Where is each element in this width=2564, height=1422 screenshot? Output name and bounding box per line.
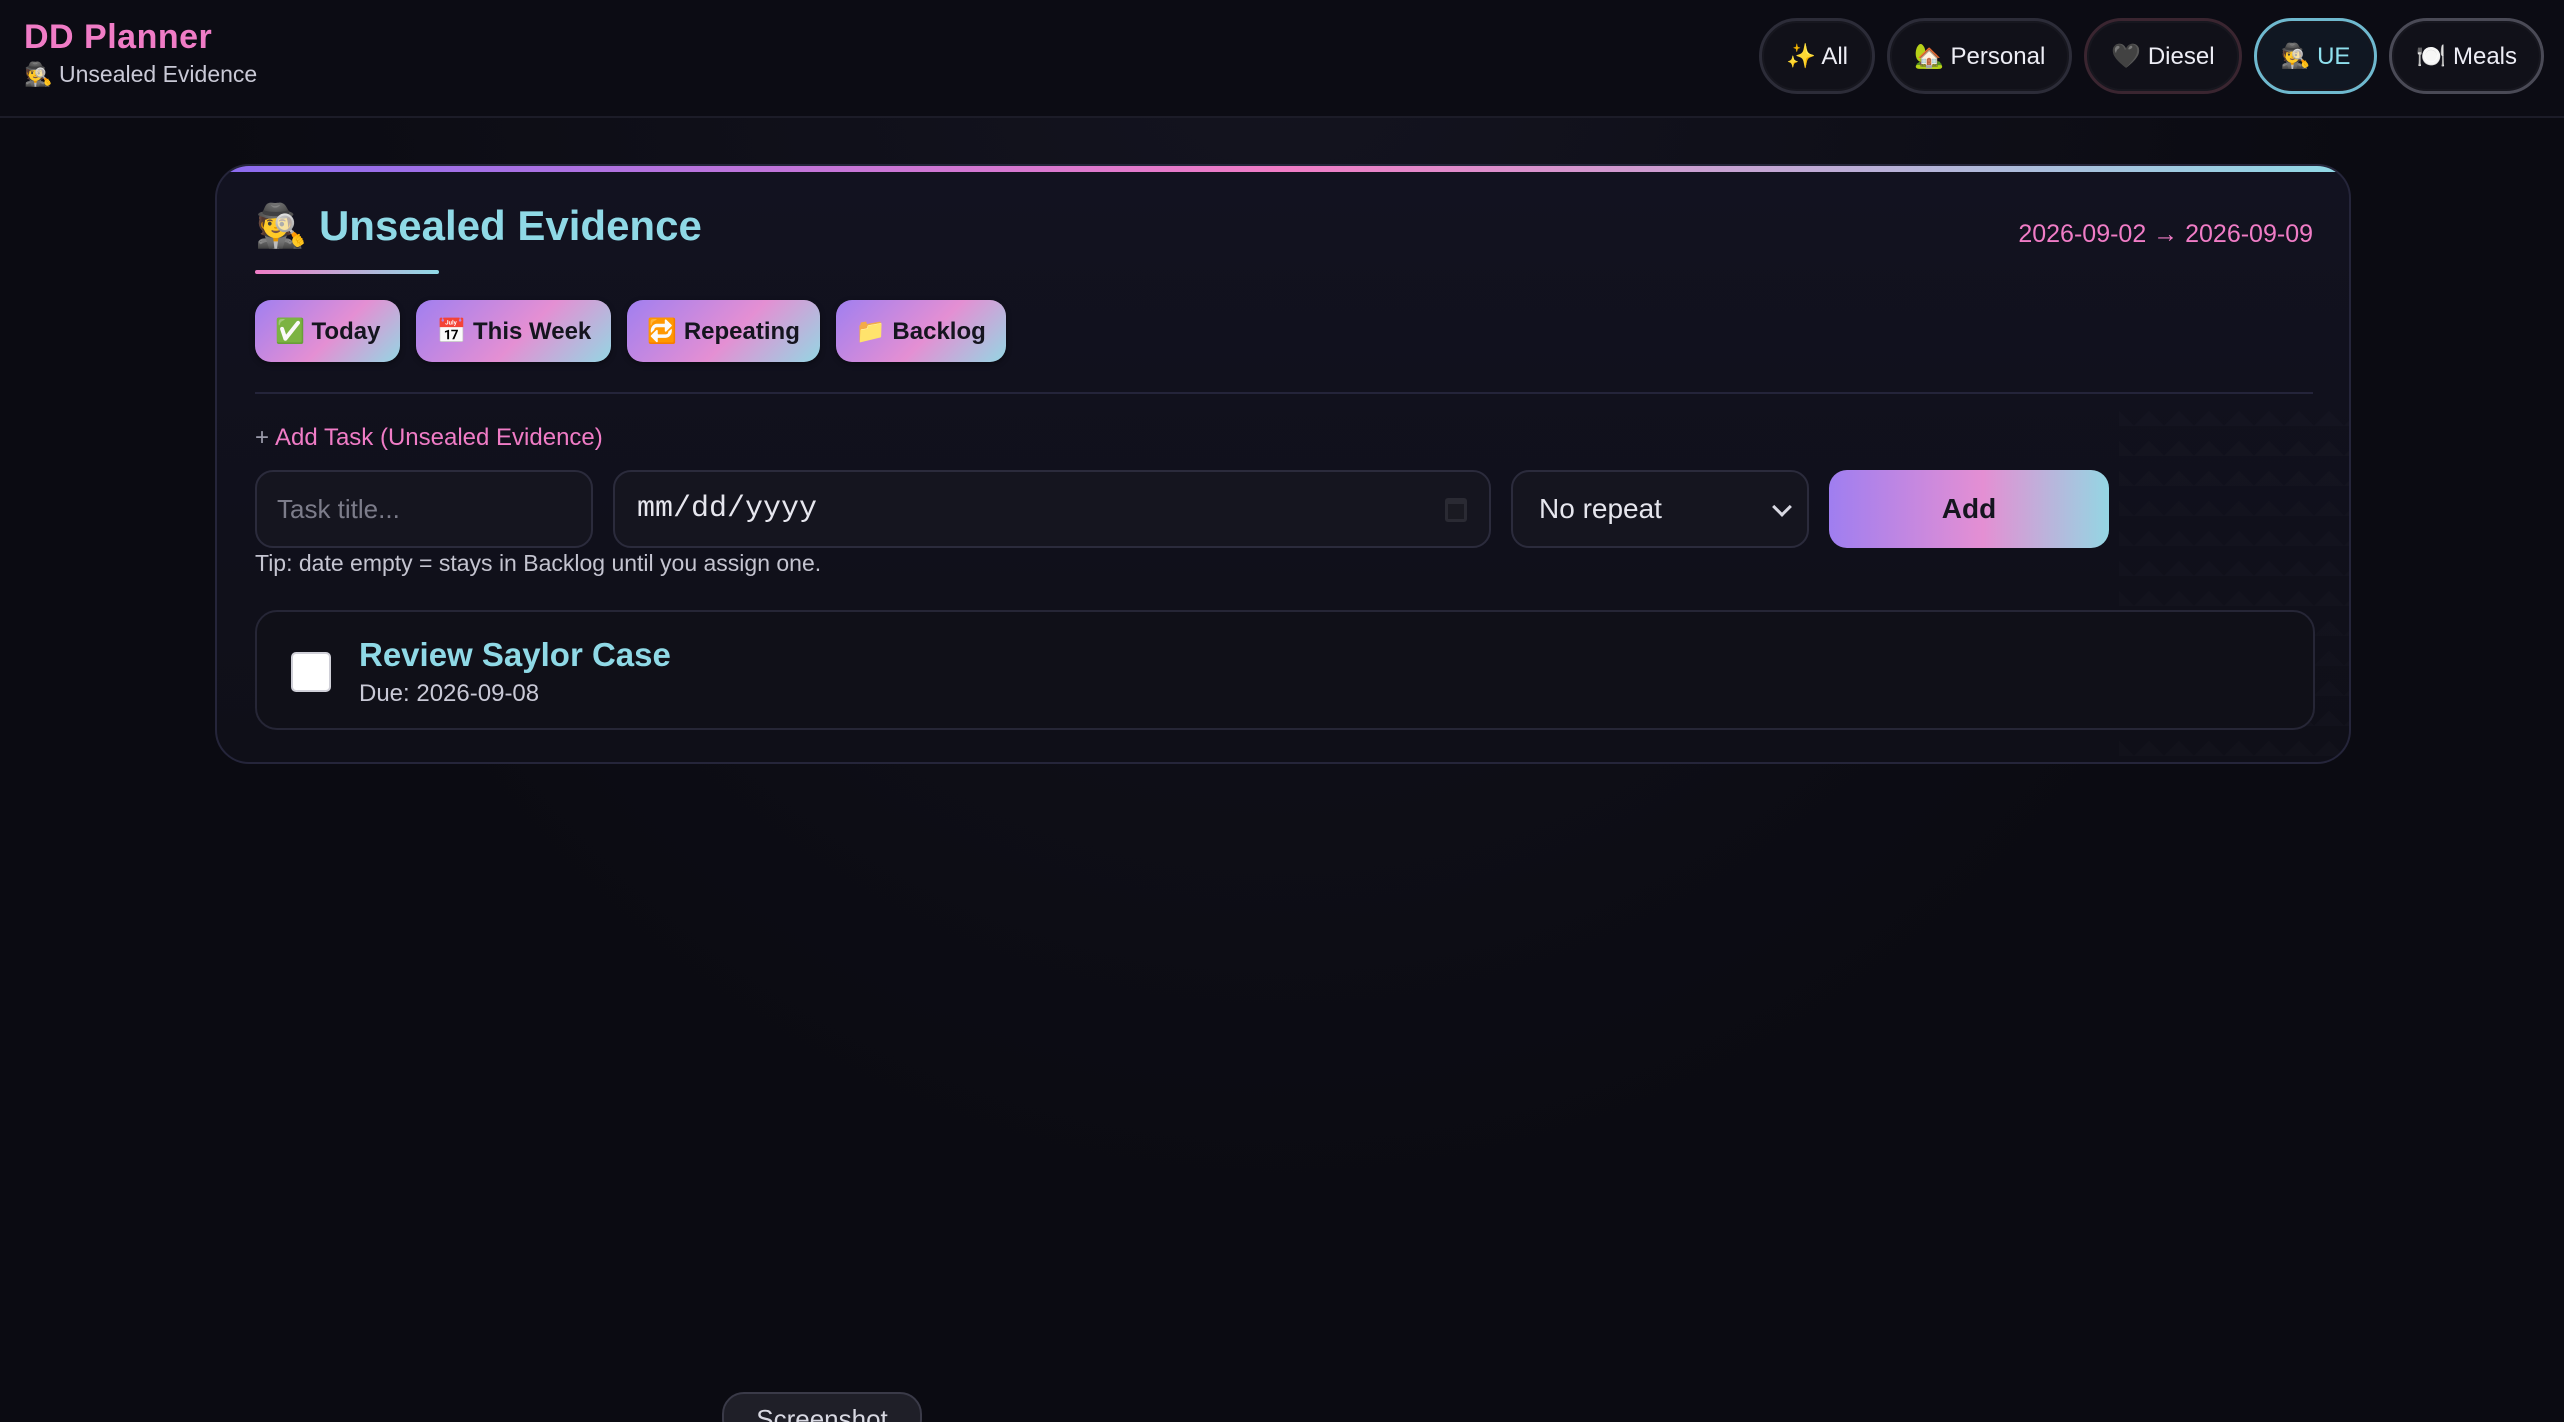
app-title: DD Planner xyxy=(24,18,213,56)
pill-label: 🏡 Personal xyxy=(1914,42,2046,70)
calendar-icon[interactable] xyxy=(1445,498,1467,522)
repeat-select[interactable]: No repeat xyxy=(1511,470,1809,548)
task-date-input[interactable]: mm/dd/yyyy xyxy=(613,470,1491,548)
pill-personal[interactable]: 🏡 Personal xyxy=(1887,18,2073,94)
plus-icon: + xyxy=(255,424,270,451)
tab-this-week[interactable]: 📅 This Week xyxy=(416,300,612,362)
pill-meals[interactable]: 🍽️ Meals xyxy=(2389,18,2544,94)
date-placeholder: mm/dd/yyyy xyxy=(637,492,818,526)
add-task-label: + Add Task (Unsealed Evidence) xyxy=(255,424,603,452)
brand: DD Planner 🕵️ Unsealed Evidence xyxy=(24,18,257,88)
planner-panel: 🕵️ Unsealed Evidence 2026-09-02 → 2026-0… xyxy=(215,164,2351,764)
pill-label: 🍽️ Meals xyxy=(2416,42,2517,70)
pill-label: 🕵️ UE xyxy=(2280,42,2351,70)
task-checkbox[interactable] xyxy=(291,652,331,692)
pill-label: ✨ All xyxy=(1786,42,1848,70)
task-title: Review Saylor Case xyxy=(359,636,671,673)
tab-today[interactable]: ✅ Today xyxy=(255,300,401,362)
divider xyxy=(255,392,2313,394)
repeat-selected: No repeat xyxy=(1539,493,1662,524)
pill-ue[interactable]: 🕵️ UE xyxy=(2253,18,2378,94)
task-item: Review Saylor Case Due: 2026-09-08 xyxy=(255,610,2315,730)
app-subtitle: 🕵️ Unsealed Evidence xyxy=(24,61,258,87)
tip-text: Tip: date empty = stays in Backlog until… xyxy=(255,550,822,576)
task-title-input[interactable] xyxy=(255,470,593,548)
panel-title: 🕵️ Unsealed Evidence xyxy=(255,202,702,249)
date-range: 2026-09-02 → 2026-09-09 xyxy=(2018,220,2313,248)
pill-all[interactable]: ✨ All xyxy=(1759,18,1875,94)
view-tabs: ✅ Today 📅 This Week 🔁 Repeating 📁 Backlo… xyxy=(255,300,1006,362)
pill-diesel[interactable]: 🖤 Diesel xyxy=(2084,18,2242,94)
pill-label: 🖤 Diesel xyxy=(2111,42,2215,70)
planner-switcher: ✨ All 🏡 Personal 🖤 Diesel 🕵️ UE 🍽️ Meals xyxy=(1759,18,2544,94)
title-underline xyxy=(255,270,439,274)
tab-backlog[interactable]: 📁 Backlog xyxy=(835,300,1006,362)
top-bar: DD Planner 🕵️ Unsealed Evidence ✨ All 🏡 … xyxy=(0,0,2564,118)
screenshot-chip[interactable]: Screenshot xyxy=(722,1392,922,1422)
chevron-down-icon xyxy=(1772,497,1792,517)
add-task-button[interactable]: Add xyxy=(1829,470,2109,548)
tab-repeating[interactable]: 🔁 Repeating xyxy=(627,300,820,362)
add-task-label-text: Add Task (Unsealed Evidence) xyxy=(275,424,603,451)
task-due-date: Due: 2026-09-08 xyxy=(359,680,540,707)
